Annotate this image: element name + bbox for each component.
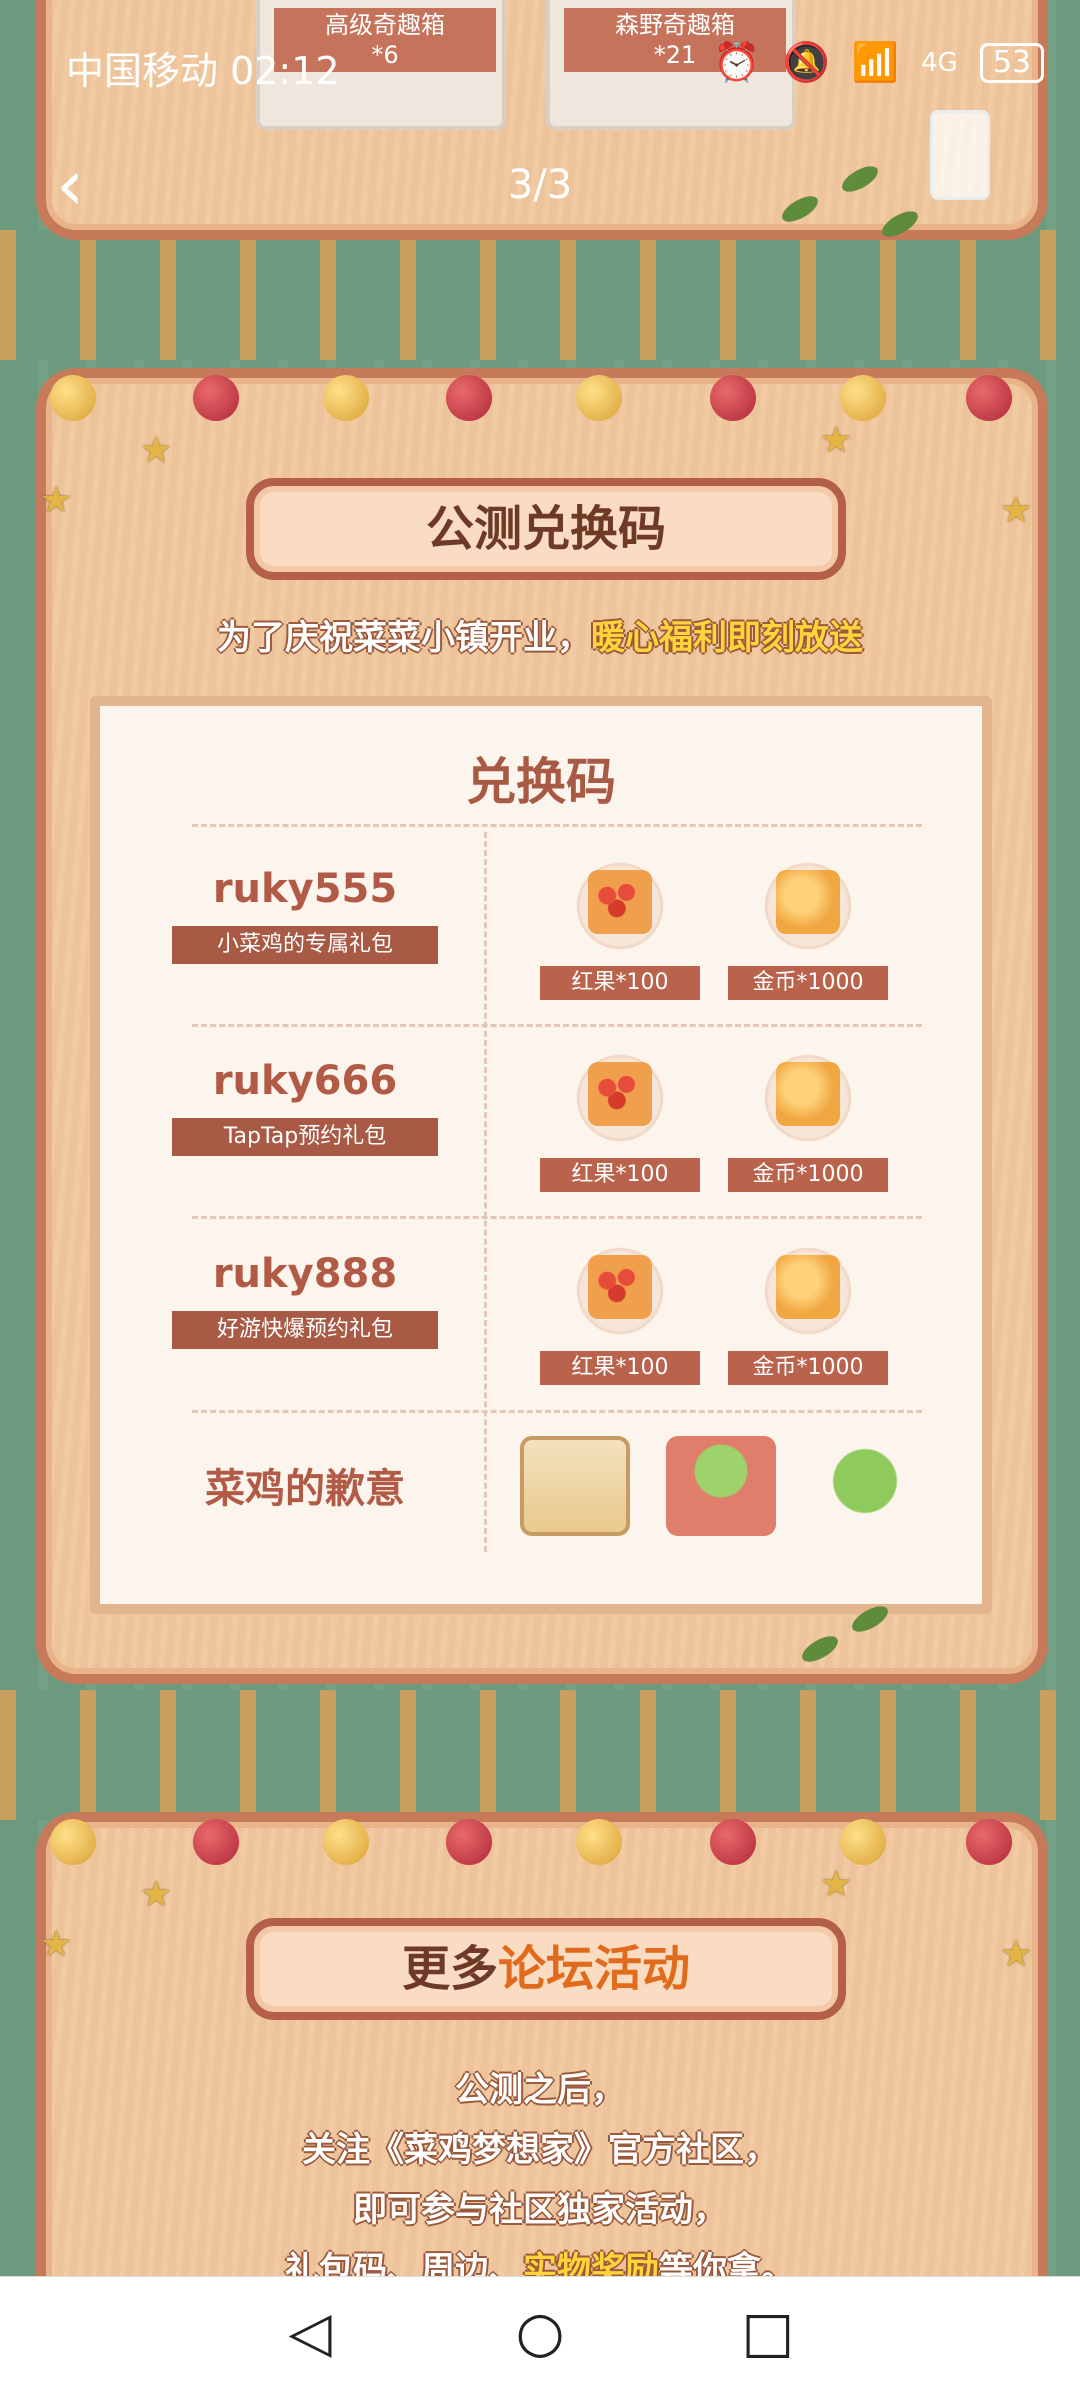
redeem-code[interactable]: ruky666 xyxy=(140,1058,470,1104)
redeem-code[interactable]: ruky555 xyxy=(140,866,470,912)
red-fruit-icon xyxy=(570,1048,670,1148)
wifi-icon: 📶 xyxy=(851,40,900,84)
circle-home-icon[interactable]: ○ xyxy=(510,2305,570,2365)
forum-title-plain: 更多 xyxy=(401,1941,498,1997)
gold-coin-icon xyxy=(758,1241,858,1341)
code-description: 小菜鸡的专属礼包 xyxy=(172,926,438,964)
red-fruit-icon xyxy=(570,1241,670,1341)
code-description: TapTap预约礼包 xyxy=(172,1118,438,1156)
square-recent-icon[interactable]: □ xyxy=(738,2305,798,2365)
system-navigation-bar: ◁ ○ □ xyxy=(0,2276,1080,2388)
divider xyxy=(192,824,922,827)
code-card: 兑换码 ruky555 小菜鸡的专属礼包 红果*100 金币*1000 ruky… xyxy=(90,696,992,1614)
redeem-subtitle: 为了庆祝菜菜小镇开业，暖心福利即刻放送 xyxy=(0,610,1080,659)
reward-item: 金币*1000 xyxy=(728,856,888,1000)
forum-line: 关注《菜鸡梦想家》官方社区， xyxy=(302,2130,778,2170)
forum-line: 即可参与社区独家活动， xyxy=(353,2190,727,2230)
wall-stripes-top xyxy=(0,230,1080,360)
forum-line: 公测之后， xyxy=(455,2070,625,2110)
redeem-title: 公测兑换码 xyxy=(425,501,666,557)
reward-label: 金币*1000 xyxy=(728,966,888,1000)
card-title: 兑换码 xyxy=(466,753,616,811)
divider xyxy=(192,1024,922,1027)
bush-icon xyxy=(810,1436,920,1536)
code-description: 好游快爆预约礼包 xyxy=(172,1311,438,1349)
page-indicator: 3/3 xyxy=(507,162,573,208)
reward-item: 金币*1000 xyxy=(728,1241,888,1385)
reward-label: 红果*100 xyxy=(540,1351,700,1385)
divider xyxy=(192,1410,922,1413)
network-label: 4G xyxy=(921,47,958,78)
ticket-name: 高级奇趣箱 xyxy=(325,11,445,39)
reward-item: 红果*100 xyxy=(540,1241,700,1385)
battery-level: 53 xyxy=(992,44,1031,80)
carrier-time: 中国移动 02:12 xyxy=(66,49,340,93)
redeem-title-plate: 公测兑换码 xyxy=(246,478,846,580)
plant-table-icon xyxy=(666,1436,776,1536)
triangle-back-icon[interactable]: ◁ xyxy=(280,2305,340,2365)
reward-label: 金币*1000 xyxy=(728,1158,888,1192)
forum-title-accent: 论坛活动 xyxy=(498,1941,691,1997)
mute-icon: 🔕 xyxy=(782,40,830,84)
apology-label: 菜鸡的歉意 xyxy=(205,1466,405,1512)
wall-stripes-mid xyxy=(0,1690,1080,1820)
reward-item: 红果*100 xyxy=(540,856,700,1000)
battery-icon: 53 xyxy=(979,42,1044,83)
divider xyxy=(192,1216,922,1219)
gold-coin-icon xyxy=(758,1048,858,1148)
status-bar: 中国移动 02:12 ⏰ 🔕 📶 4G 53 xyxy=(0,40,1080,100)
red-fruit-icon xyxy=(570,856,670,956)
subtitle-plain: 为了庆祝菜菜小镇开业， xyxy=(217,618,591,658)
arcade-machine-icon xyxy=(520,1436,630,1536)
redeem-code[interactable]: ruky888 xyxy=(140,1251,470,1297)
reward-item: 金币*1000 xyxy=(728,1048,888,1192)
jar-decoration xyxy=(930,110,990,200)
reward-label: 金币*1000 xyxy=(728,1351,888,1385)
forum-title-plate: 更多论坛活动 xyxy=(246,1918,846,2020)
gold-coin-icon xyxy=(758,856,858,956)
reward-item: 红果*100 xyxy=(540,1048,700,1192)
reward-label: 红果*100 xyxy=(540,1158,700,1192)
divider xyxy=(484,832,487,1552)
subtitle-highlight: 暖心福利即刻放送 xyxy=(591,618,863,658)
ticket-name: 森野奇趣箱 xyxy=(615,11,735,39)
reward-label: 红果*100 xyxy=(540,966,700,1000)
alarm-icon: ⏰ xyxy=(713,40,761,84)
